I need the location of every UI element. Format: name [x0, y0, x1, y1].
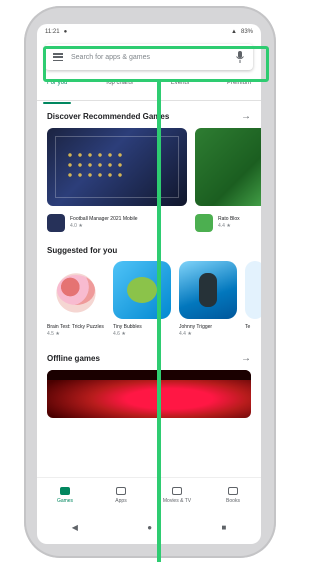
app-tile[interactable]: Tiny Bubbles 4.6 ★ [113, 261, 171, 337]
offline-game-banner[interactable] [47, 370, 251, 418]
tab-events[interactable]: Events [171, 80, 189, 98]
tab-top-charts[interactable]: Top charts [105, 80, 133, 98]
bottom-nav: Games Apps Movies & TV Books [37, 477, 261, 512]
recent-apps-icon[interactable]: ■ [221, 523, 226, 532]
screen: 11:21 ● ▲ 83% Search for apps & games Fo… [37, 24, 261, 544]
app-icon [47, 214, 65, 232]
app-name: Te [245, 324, 251, 330]
notification-icon: ● [63, 29, 68, 35]
game-name: Football Manager 2021 Mobile [70, 216, 138, 222]
home-icon[interactable]: ● [147, 523, 152, 532]
arrow-right-icon[interactable]: → [241, 111, 251, 122]
game-card[interactable]: Rato Blox 4.4 ★ [195, 128, 261, 232]
app-tile[interactable]: Te [245, 261, 261, 337]
suggested-list: Brain Test: Tricky Puzzles 4.5 ★ Tiny Bu… [37, 261, 261, 337]
nav-label: Movies & TV [162, 497, 192, 504]
apps-grid-icon [116, 486, 126, 495]
pointer-line [157, 80, 161, 562]
app-icon[interactable] [47, 261, 105, 319]
app-name: Johnny Trigger [179, 324, 213, 330]
book-icon [228, 486, 238, 495]
game-name: Rato Blox [218, 216, 240, 222]
app-rating: 4.4 ★ [179, 331, 192, 337]
game-rating: 4.0 ★ [70, 223, 83, 229]
nav-label: Games [56, 497, 74, 504]
app-icon[interactable] [179, 261, 237, 319]
suggested-header: Suggested for you [37, 232, 261, 261]
nav-games[interactable]: Games [45, 486, 85, 504]
app-tile[interactable]: Johnny Trigger 4.4 ★ [179, 261, 237, 337]
nav-apps[interactable]: Apps [101, 486, 141, 504]
game-card[interactable]: Football Manager 2021 Mobile 4.0 ★ [47, 128, 187, 232]
nav-label: Books [226, 497, 240, 504]
back-icon[interactable]: ◀ [72, 523, 78, 532]
suggested-title: Suggested for you [47, 246, 118, 255]
nav-movies[interactable]: Movies & TV [157, 486, 197, 504]
system-nav: ◀ ● ■ [37, 518, 261, 536]
app-tile[interactable]: Brain Test: Tricky Puzzles 4.5 ★ [47, 261, 105, 337]
signal-icon: ▲ [231, 29, 237, 35]
status-bar: 11:21 ● ▲ 83% [37, 24, 261, 40]
nav-books[interactable]: Books [213, 486, 253, 504]
arrow-right-icon[interactable]: → [241, 353, 251, 364]
game-thumbnail[interactable] [195, 128, 261, 206]
game-rating: 4.4 ★ [218, 223, 231, 229]
app-icon [195, 214, 213, 232]
battery-text: 83% [240, 29, 253, 35]
offline-header[interactable]: Offline games → [37, 337, 261, 370]
nav-label: Apps [115, 497, 127, 504]
search-highlight-box [43, 46, 269, 82]
recommended-header[interactable]: Discover Recommended Games → [37, 101, 261, 128]
recommended-title: Discover Recommended Games [47, 112, 170, 121]
tab-premium[interactable]: Premium [227, 80, 251, 98]
app-name: Tiny Bubbles [113, 324, 142, 330]
app-rating: 4.6 ★ [113, 331, 126, 337]
app-name: Brain Test: Tricky Puzzles [47, 324, 104, 330]
film-icon [172, 486, 182, 495]
game-thumbnail[interactable] [47, 128, 187, 206]
gamepad-icon [60, 486, 70, 495]
app-rating: 4.5 ★ [47, 331, 60, 337]
app-icon[interactable] [113, 261, 171, 319]
tab-for-you[interactable]: For you [42, 80, 72, 104]
app-icon[interactable] [245, 261, 261, 319]
status-time: 11:21 [45, 29, 60, 35]
recommended-list: Football Manager 2021 Mobile 4.0 ★ Rato … [37, 128, 261, 232]
offline-title: Offline games [47, 354, 100, 363]
